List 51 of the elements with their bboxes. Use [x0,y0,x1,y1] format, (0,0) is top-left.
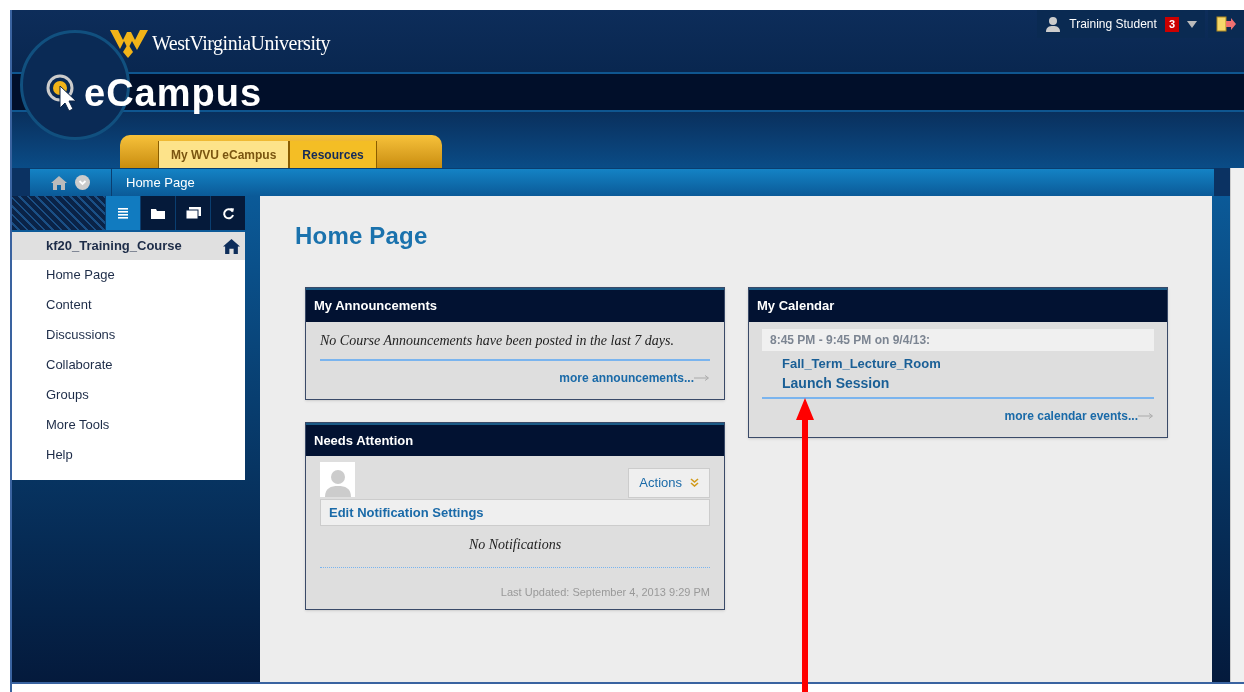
announcements-message: No Course Announcements have been posted in the last 7 days. [320,329,710,361]
user-menu[interactable]: Training Student 3 [1037,10,1205,38]
course-menu-item[interactable]: Collaborate [12,350,245,380]
course-menu-item[interactable]: Help [12,440,245,470]
refresh-icon [221,206,235,220]
breadcrumb-current: Home Page [126,173,195,192]
double-chevron-icon [690,478,699,488]
sidebar-tool-button[interactable] [105,196,140,230]
course-menu-item[interactable]: Home Page [12,260,245,290]
nav-tab[interactable]: Resources [289,141,377,168]
chevron-circle-icon[interactable] [75,175,90,190]
more-announcements-link[interactable]: more announcements... [559,368,694,387]
door-exit-icon [1216,16,1236,32]
wv-logo-icon [110,28,148,58]
arrow-icon [694,374,710,381]
page-title: Home Page [295,221,429,251]
more-calendar-events-link[interactable]: more calendar events... [1004,407,1138,425]
course-menu-item[interactable]: Content [12,290,245,320]
logout-button[interactable] [1208,10,1244,38]
caret-icon [1187,20,1197,28]
sidebar-tool-button[interactable] [175,196,210,230]
launch-session-link[interactable]: Launch Session [782,373,890,394]
scrollbar[interactable] [1230,168,1244,682]
list-icon [117,207,129,219]
university-name: WestVirginiaUniversity [152,31,330,57]
module-header: My Announcements [306,288,724,322]
user-name: Training Student [1069,16,1157,33]
windows-icon [185,207,201,219]
event-time: 8:45 PM - 9:45 PM on 9/4/13: [762,328,1154,351]
ecampus-wordmark: eCampus [84,74,263,112]
module-header: Needs Attention [306,422,724,456]
last-updated-text: Last Updated: September 4, 2013 9:29 PM [499,585,710,600]
sidebar-tool-button[interactable] [210,196,245,230]
course-header[interactable]: kf20_Training_Course [12,230,245,260]
course-name: kf20_Training_Course [46,237,182,256]
event-title-link[interactable]: Fall_Term_Lecture_Room [782,353,941,373]
folder-icon [151,207,165,219]
module-header: My Calendar [749,288,1167,322]
no-notifications-text: No Notifications [320,534,710,568]
actions-button[interactable]: Actions [628,468,710,498]
user-icon [1045,16,1062,32]
notification-badge: 3 [1164,16,1179,32]
arrow-icon [1138,413,1154,419]
course-menu-item[interactable]: More Tools [12,410,245,440]
home-icon [223,238,240,254]
course-menu-item[interactable]: Groups [12,380,245,410]
course-menu-item[interactable]: Discussions [12,320,245,350]
nav-tab[interactable]: My WVU eCampus [158,141,290,168]
edit-notification-settings-button[interactable]: Edit Notification Settings [320,498,710,526]
home-icon[interactable] [51,175,67,190]
sidebar-tool-button[interactable] [140,196,175,230]
